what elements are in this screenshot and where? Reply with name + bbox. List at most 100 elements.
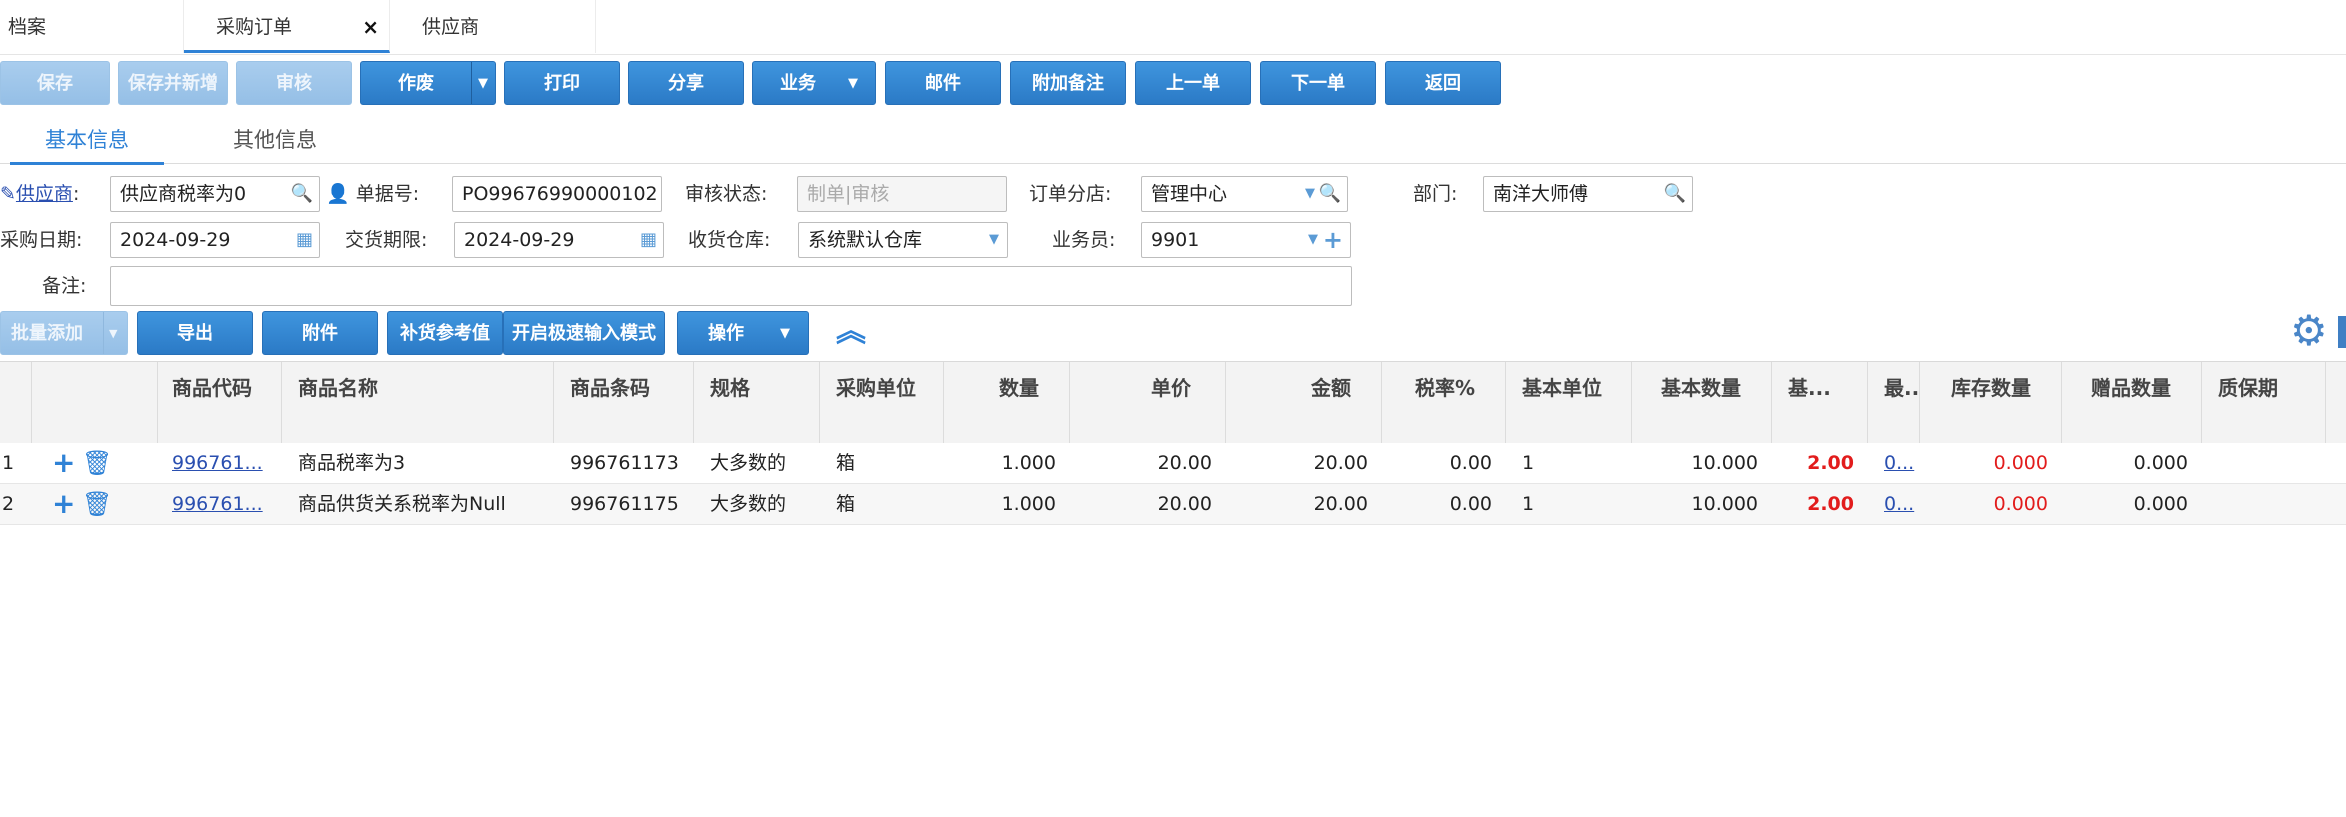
tab-other-info[interactable]: 其他信息 (200, 118, 350, 162)
header-shelf-life[interactable]: 质保期 (2202, 362, 2326, 443)
caret-down-icon[interactable]: ▼ (848, 62, 858, 106)
chevron-down-icon[interactable]: ▼ (1305, 177, 1315, 211)
plus-icon[interactable]: + (1323, 223, 1343, 257)
docno-label: 👤 单据号: (326, 176, 419, 212)
header-name[interactable]: 商品名称 (282, 362, 554, 443)
purchase-unit: 箱 (836, 452, 856, 474)
warehouse-select[interactable]: 系统默认仓库 ▼ (798, 222, 1008, 258)
add-row-icon[interactable]: + (52, 484, 82, 524)
header-gift[interactable]: 赠品数量 (2062, 362, 2202, 443)
gift-qty[interactable]: 0.000 (2062, 443, 2202, 483)
chevron-down-icon[interactable]: ▼ (1308, 223, 1318, 257)
qty[interactable]: 1.000 (944, 443, 1070, 483)
last-price-link[interactable]: 0... (1884, 443, 1920, 483)
attachment-button[interactable]: 附件 (262, 311, 378, 355)
header-base-price[interactable]: 基... (1772, 362, 1868, 443)
operations-button[interactable]: 操作 ▼ (677, 311, 809, 355)
trash-icon[interactable]: 🗑 (82, 443, 112, 483)
batch-add-button[interactable]: 批量添加 ▼ (0, 311, 128, 355)
header-base-unit[interactable]: 基本单位 (1506, 362, 1632, 443)
header-spec[interactable]: 规格 (694, 362, 820, 443)
save-button[interactable]: 保存 (0, 61, 110, 105)
remark-button[interactable]: 附加备注 (1010, 61, 1126, 105)
add-row-icon[interactable]: + (52, 443, 82, 483)
branch-label: 订单分店: (1029, 183, 1112, 205)
supplier-link[interactable]: 供应商 (16, 183, 73, 205)
product-code-link[interactable]: 996761... (172, 443, 272, 483)
table-row[interactable]: 2 + 🗑 996761... 商品供货关系税率为Null 996761175 … (0, 484, 2346, 525)
shelf-life[interactable] (2218, 443, 2318, 483)
header-price[interactable]: 单价 (1070, 362, 1226, 443)
note-input[interactable] (110, 266, 1352, 306)
gear-icon[interactable]: ⚙ (2290, 308, 2328, 354)
branch-select[interactable]: 管理中心 ▼ 🔍 (1141, 176, 1348, 212)
add-user-icon[interactable]: 👤 (326, 183, 350, 205)
purchase-date-field[interactable]: 2024-09-29 ▦ (110, 222, 320, 258)
product-code-link[interactable]: 996761... (172, 484, 272, 524)
delivery-date-field[interactable]: 2024-09-29 ▦ (454, 222, 664, 258)
header-actions (32, 362, 158, 443)
audit-button[interactable]: 审核 (236, 61, 352, 105)
trash-icon[interactable]: 🗑 (82, 484, 112, 524)
print-button[interactable]: 打印 (504, 61, 620, 105)
tab-basic-info[interactable]: 基本信息 (10, 118, 164, 165)
last-price-link[interactable]: 0... (1884, 484, 1920, 524)
dept-value: 南洋大师傅 (1493, 183, 1589, 205)
next-button[interactable]: 下一单 (1260, 61, 1376, 105)
header-stock[interactable]: 库存数量 (1920, 362, 2062, 443)
search-icon[interactable]: 🔍 (291, 177, 313, 211)
price[interactable]: 20.00 (1070, 484, 1226, 524)
tab-archive[interactable]: 档案 (0, 0, 184, 53)
close-icon[interactable]: × (362, 0, 379, 54)
export-button[interactable]: 导出 (137, 311, 253, 355)
chevron-down-icon[interactable]: ▼ (989, 223, 999, 257)
base-price: 2.00 (1807, 493, 1854, 515)
gift-qty[interactable]: 0.000 (2062, 484, 2202, 524)
search-icon[interactable]: 🔍 (1664, 177, 1686, 211)
dept-field[interactable]: 南洋大师傅 🔍 (1483, 176, 1693, 212)
qty[interactable]: 1.000 (944, 484, 1070, 524)
price[interactable]: 20.00 (1070, 443, 1226, 483)
shelf-life[interactable] (2218, 484, 2318, 524)
replenish-button[interactable]: 补货参考值 (387, 311, 503, 355)
void-button[interactable]: 作废 ▼ (360, 61, 496, 105)
docno-field[interactable]: PO99676990000102 (452, 176, 662, 212)
mail-button[interactable]: 邮件 (885, 61, 1001, 105)
back-button[interactable]: 返回 (1385, 61, 1501, 105)
collapse-up-icon[interactable]: ︽ (836, 312, 866, 352)
prev-button[interactable]: 上一单 (1135, 61, 1251, 105)
header-last[interactable]: 最... (1868, 362, 1920, 443)
caret-down-icon[interactable]: ▼ (109, 312, 117, 356)
caret-down-icon[interactable]: ▼ (780, 312, 790, 356)
table-row[interactable]: 1 + 🗑 996761... 商品税率为3 996761173 大多数的 箱 … (0, 443, 2346, 484)
header-purchase-unit[interactable]: 采购单位 (820, 362, 944, 443)
header-qty[interactable]: 数量 (944, 362, 1070, 443)
product-name: 商品供货关系税率为Null (298, 493, 506, 515)
edit-icon[interactable]: ✎ (0, 183, 16, 205)
header-base-qty[interactable]: 基本数量 (1632, 362, 1772, 443)
clerk-select[interactable]: 9901 ▼ + (1141, 222, 1351, 258)
caret-down-icon[interactable]: ▼ (478, 62, 488, 106)
tab-purchase-order[interactable]: 采购订单 × (184, 0, 390, 53)
header-amount[interactable]: 金额 (1226, 362, 1382, 443)
share-button[interactable]: 分享 (628, 61, 744, 105)
tab-supplier[interactable]: 供应商 (390, 0, 596, 53)
save-and-new-button[interactable]: 保存并新增 (118, 61, 228, 105)
supplier-field[interactable]: 供应商税率为0 🔍 (110, 176, 320, 212)
fast-input-button[interactable]: 开启极速输入模式 (503, 311, 665, 355)
business-button[interactable]: 业务 ▼ (752, 61, 876, 105)
calendar-icon[interactable]: ▦ (296, 223, 313, 257)
header-code[interactable]: 商品代码 (158, 362, 282, 443)
calendar-icon[interactable]: ▦ (640, 223, 657, 257)
business-label: 业务 (780, 73, 816, 94)
grid-header: 商品代码 商品名称 商品条码 规格 采购单位 数量 单价 金额 税率% 基本单位… (0, 361, 2346, 444)
supplier-label[interactable]: ✎供应商: (0, 176, 79, 212)
purchase-date-label: 采购日期: (0, 229, 83, 251)
header-tax[interactable]: 税率% (1382, 362, 1506, 443)
tax-rate: 0.00 (1449, 452, 1492, 474)
operations-label: 操作 (708, 323, 744, 344)
product-spec: 大多数的 (710, 452, 787, 474)
panel-edge (2338, 316, 2346, 348)
search-icon[interactable]: 🔍 (1319, 177, 1341, 211)
header-barcode[interactable]: 商品条码 (554, 362, 694, 443)
